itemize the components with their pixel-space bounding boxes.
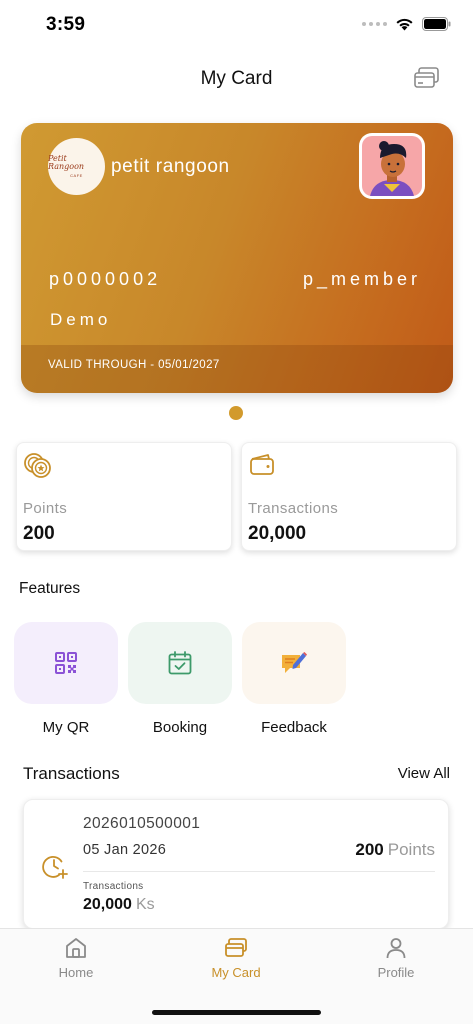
transaction-date: 05 Jan 2026: [83, 842, 167, 858]
page-title: My Card: [200, 68, 273, 89]
brand-logo: Petit Rangoon CAFE: [48, 138, 105, 195]
transaction-amount-value: 20,000: [83, 896, 132, 913]
points-value: 200: [23, 523, 55, 544]
cellular-signal-icon: [362, 22, 387, 26]
transaction-currency: Ks: [135, 896, 155, 913]
membership-card[interactable]: Petit Rangoon CAFE petit rangoon p000000…: [21, 123, 453, 393]
feature-label: Booking: [152, 719, 208, 736]
member-name: Demo: [50, 310, 112, 329]
transaction-points-value: 200: [355, 840, 384, 859]
wallet-icon: [250, 454, 274, 475]
feature-label: My QR: [42, 719, 90, 736]
battery-icon: [422, 17, 451, 31]
clock-plus-icon: [42, 856, 68, 879]
cards-stack-icon: [414, 67, 439, 88]
tab-home[interactable]: Home: [21, 936, 131, 980]
feature-booking[interactable]: Booking: [128, 622, 232, 736]
transactions-summary-card[interactable]: Transactions 20,000: [241, 442, 457, 551]
tab-my-card[interactable]: My Card: [181, 936, 291, 980]
feedback-icon: [282, 652, 307, 673]
tab-profile[interactable]: Profile: [341, 936, 451, 980]
feature-label: Feedback: [261, 719, 327, 736]
logo-text: Petit Rangoon: [48, 154, 85, 171]
feature-feedback[interactable]: Feedback: [242, 622, 346, 736]
home-indicator: [152, 1010, 321, 1015]
feature-tile[interactable]: [14, 622, 118, 704]
coins-icon: [24, 453, 51, 478]
status-indicators: [362, 17, 451, 31]
card-icon: [225, 938, 247, 957]
feature-my-qr[interactable]: My QR: [14, 622, 118, 736]
transactions-label: Transactions: [248, 500, 339, 517]
feature-tile[interactable]: [242, 622, 346, 704]
cards-switch-button[interactable]: [413, 66, 441, 92]
card-brand-name: petit rangoon: [111, 156, 230, 177]
feature-tile[interactable]: [128, 622, 232, 704]
status-time: 3:59: [46, 14, 86, 35]
bottom-tab-bar: Home My Card Profile: [0, 928, 473, 1024]
card-validity-strip: VALID THROUGH - 05/01/2027: [21, 345, 453, 393]
avatar-illustration-icon: [362, 136, 422, 196]
home-icon: [66, 938, 86, 958]
status-bar: 3:59: [0, 0, 473, 52]
member-tier: p_member: [302, 269, 421, 289]
person-icon: [386, 938, 406, 959]
transaction-id: 2026010500001: [83, 815, 201, 832]
tab-label: Profile: [377, 965, 415, 980]
logo-subtext: CAFE: [70, 173, 83, 178]
avatar: [359, 133, 425, 199]
transactions-heading: Transactions: [23, 764, 120, 783]
qr-code-icon: [55, 652, 77, 674]
wifi-icon: [396, 18, 413, 31]
view-all-link[interactable]: View All: [398, 765, 450, 782]
carousel-page-indicator[interactable]: [229, 406, 243, 420]
page-header: My Card: [0, 58, 473, 102]
transaction-list-item[interactable]: 2026010500001 05 Jan 2026 200 Points Tran…: [23, 799, 449, 929]
points-summary-card[interactable]: Points 200: [16, 442, 232, 551]
transaction-amount: 20,000 Ks: [83, 896, 155, 914]
tab-label: My Card: [211, 965, 261, 980]
transaction-amount-label: Transactions: [83, 881, 144, 892]
features-heading: Features: [19, 580, 81, 597]
valid-through-text: VALID THROUGH - 05/01/2027: [48, 359, 220, 371]
points-label: Points: [23, 500, 68, 517]
transactions-value: 20,000: [248, 523, 307, 544]
tab-label: Home: [58, 965, 94, 980]
transaction-points: 200 Points: [355, 840, 435, 860]
divider: [83, 871, 435, 872]
member-id: p0000002: [49, 269, 162, 289]
transaction-points-unit: Points: [387, 840, 435, 859]
calendar-check-icon: [168, 651, 192, 675]
